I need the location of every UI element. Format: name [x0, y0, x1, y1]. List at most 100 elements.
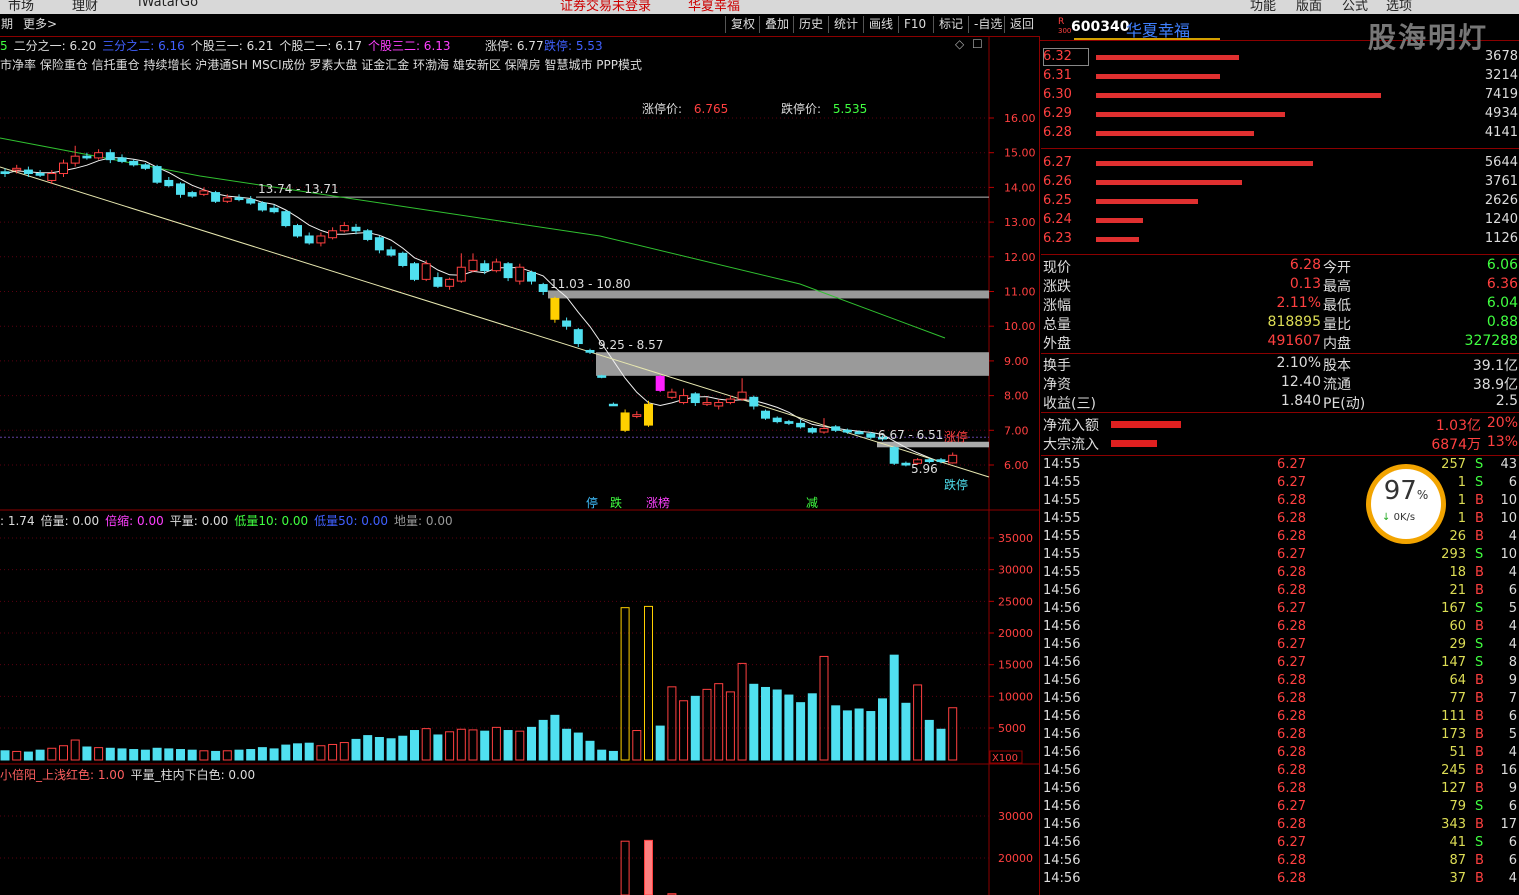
flow-divider — [1041, 412, 1519, 413]
volume-bar — [749, 683, 759, 761]
candle-body — [608, 403, 618, 407]
low-price-label: 5.96 — [911, 462, 938, 476]
menu-layout[interactable]: 版面 — [1296, 0, 1322, 14]
volume-bar — [257, 747, 267, 761]
sell_orders-depth-bar — [1096, 55, 1239, 60]
volume-indicator-4: 低量10: 0.00 — [234, 514, 309, 528]
network-speed-widget[interactable]: 97% ↓ 0K/s — [1364, 462, 1448, 546]
volume-bar — [410, 730, 419, 761]
overlay-button[interactable]: 叠加 — [759, 16, 794, 33]
quote-value: 2.11% — [1276, 295, 1321, 311]
volume-bar — [784, 694, 794, 761]
tick-volume: 79 — [1449, 799, 1466, 814]
candle-body — [796, 422, 806, 428]
volume-indicator-1: 倍量: 0.00 — [40, 514, 100, 528]
adjust-button[interactable]: 复权 — [725, 16, 760, 33]
menu-market[interactable]: 市场 — [8, 0, 34, 14]
tick-side: S — [1475, 799, 1484, 814]
buy_orders-row[interactable]: 6.27 5644 — [1041, 154, 1519, 173]
sell_orders-row[interactable]: 6.30 7419 — [1041, 86, 1519, 105]
tick-volume: 147 — [1441, 655, 1466, 670]
tick-price: 6.28 — [1277, 745, 1306, 760]
sell_orders-row[interactable]: 6.29 4934 — [1041, 105, 1519, 124]
volume-indicator-values: : 1.74 倍量: 0.00 倍缩: 0.00 平量: 0.00 低量10: 0.00… — [0, 514, 459, 528]
limit-down-tag: 跌停 — [944, 477, 968, 492]
mark-button[interactable]: 标记 — [933, 16, 968, 33]
volume-bar — [23, 751, 33, 761]
volume-bar — [831, 705, 841, 761]
volume-bar — [176, 749, 185, 761]
sell_orders-row[interactable]: 6.32 3678 — [1041, 48, 1519, 67]
tick-row: 14:56 6.27 147 S 8 — [1041, 655, 1519, 673]
quote-row: 外盘 491607 内盘 327288 — [1041, 333, 1519, 352]
buy_orders-row[interactable]: 6.23 1126 — [1041, 230, 1519, 249]
menu-function[interactable]: 功能 — [1250, 0, 1276, 14]
tick-price: 6.28 — [1277, 673, 1306, 688]
tick-time: 14:55 — [1043, 511, 1081, 526]
tick-count: 4 — [1508, 619, 1517, 634]
volume-tick-label: 35000 — [998, 532, 1033, 545]
period-button[interactable]: 期 — [0, 16, 18, 33]
volume-bar — [82, 746, 92, 761]
candle-body — [725, 398, 735, 404]
tick-count: 4 — [1508, 745, 1517, 760]
tick-side: B — [1475, 691, 1484, 706]
tick-side: B — [1475, 619, 1484, 634]
quote-label: 总量 — [1043, 317, 1071, 333]
menu-options[interactable]: 选项 — [1386, 0, 1412, 14]
candle-body — [316, 235, 326, 244]
back-button[interactable]: 返回 — [1004, 16, 1039, 33]
stats-button[interactable]: 统计 — [828, 16, 863, 33]
tick-count: 8 — [1508, 655, 1517, 670]
tick-side: B — [1475, 493, 1484, 508]
tick-side: S — [1475, 835, 1484, 850]
volume-bar — [117, 748, 127, 761]
menu-formula[interactable]: 公式 — [1342, 0, 1368, 14]
candle-body — [35, 173, 45, 176]
volume-bar — [725, 691, 735, 761]
candle-body — [503, 263, 513, 279]
tick-row: 14:56 6.28 77 B 7 — [1041, 691, 1519, 709]
draw-line-button[interactable]: 画线 — [863, 16, 898, 33]
candle-body — [152, 166, 162, 183]
volume-bar — [421, 728, 431, 761]
quote-label-2: 股本 — [1323, 358, 1351, 374]
more-button[interactable]: 更多> — [18, 16, 62, 33]
sell_orders-row[interactable]: 6.28 4141 — [1041, 124, 1519, 143]
menu-finance[interactable]: 理财 — [72, 0, 98, 14]
tick-time: 14:56 — [1043, 835, 1081, 850]
quote-row: 换手 2.10% 股本 39.1亿 — [1041, 355, 1519, 374]
sell_orders-depth-bar — [1096, 93, 1381, 98]
flow-value: 1.03亿 — [1435, 418, 1481, 434]
tick-price: 6.28 — [1277, 853, 1306, 868]
quote-value-2: 327288 — [1464, 333, 1518, 349]
quote-value: 2.10% — [1276, 355, 1321, 371]
buy_orders-row[interactable]: 6.24 1240 — [1041, 211, 1519, 230]
stock-header: R 300 600340 华夏幸福 股海明灯 — [1040, 14, 1519, 54]
tick-price: 6.28 — [1277, 565, 1306, 580]
tick-volume: 77 — [1449, 691, 1466, 706]
volume-bar — [386, 738, 396, 761]
quote-label: 外盘 — [1043, 336, 1071, 352]
tick-volume: 18 — [1449, 565, 1466, 580]
candle-body — [772, 417, 782, 423]
buy_orders-row[interactable]: 6.26 3761 — [1041, 173, 1519, 192]
bottom-tick-label: 30000 — [998, 810, 1033, 823]
volume-indicator-3: 平量: 0.00 — [169, 514, 229, 528]
tick-count: 6 — [1508, 475, 1517, 490]
buy_orders-volume: 5644 — [1484, 155, 1518, 170]
volume-bar — [620, 607, 630, 761]
watchlist-button[interactable]: -自选 — [968, 16, 1007, 33]
volume-bar — [491, 726, 501, 761]
history-button[interactable]: 历史 — [793, 16, 828, 33]
tick-side: B — [1475, 745, 1484, 760]
menu-iwatargo[interactable]: iWatarGo — [138, 0, 198, 10]
sell_orders-row[interactable]: 6.31 3214 — [1041, 67, 1519, 86]
volume-bar — [562, 728, 572, 761]
signal-down: 跌 — [610, 495, 622, 510]
buy_orders-row[interactable]: 6.25 2626 — [1041, 192, 1519, 211]
tick-side: B — [1475, 853, 1484, 868]
sell_orders-price: 6.29 — [1043, 106, 1072, 121]
f10-button[interactable]: F10 — [898, 16, 931, 33]
volume-bar — [222, 750, 232, 761]
